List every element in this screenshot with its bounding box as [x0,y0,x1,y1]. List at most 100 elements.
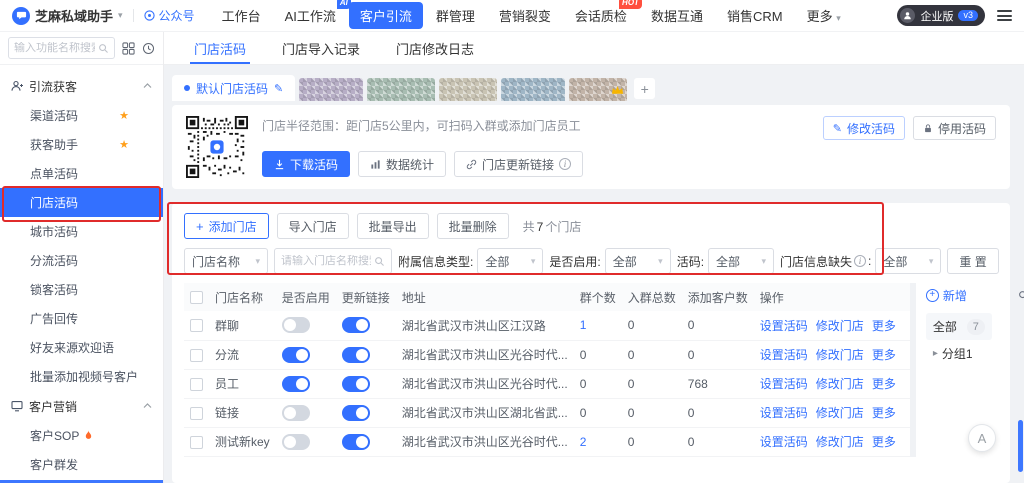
edit-store-link[interactable]: 修改门店 [816,319,864,333]
nav-item-customer-acquisition[interactable]: 客户引流 [349,2,423,29]
sidebar-item-split-code[interactable]: 分流活码 [0,246,163,275]
nav-item-chat-inspection[interactable]: 会话质检HOT [564,2,638,29]
redacted-tab[interactable] [569,78,627,101]
set-code-link[interactable]: 设置活码 [760,348,808,362]
set-code-link[interactable]: 设置活码 [760,435,808,449]
attach-type-select[interactable]: 全部▾ [477,248,543,274]
redacted-tab[interactable] [439,78,497,101]
sidebar-item-customer-mass-send[interactable]: 客户群发 [0,450,163,479]
code-select[interactable]: 全部▾ [708,248,774,274]
table-row[interactable]: 链接 湖北省武汉市洪山区湖北省武... 0 0 0 设置活码修改门店更多 [184,398,910,427]
tab-store-change-log[interactable]: 门店修改日志 [378,32,492,64]
function-search[interactable] [8,37,115,59]
store-qr-code[interactable] [186,116,248,178]
enabled-select[interactable]: 全部▾ [605,248,671,274]
enable-toggle[interactable] [282,434,310,450]
store-search-input[interactable] [281,255,371,267]
sidebar-section-marketing[interactable]: 客户营销 [0,391,163,421]
store-search-box[interactable] [274,248,392,274]
add-group-button[interactable]: +新增 [926,287,967,304]
sidebar-item-channel-code[interactable]: 渠道活码★ [0,101,163,130]
select-all-checkbox[interactable] [190,291,203,304]
download-code-button[interactable]: 下载活码 [262,151,350,177]
table-row[interactable]: 分流 湖北省武汉市洪山区光谷时代... 0 0 0 设置活码修改门店更多 [184,340,910,369]
sidebar-item-lock-customer-code[interactable]: 锁客活码 [0,275,163,304]
modify-code-button[interactable]: ✎ 修改活码 [823,116,905,140]
menu-icon[interactable] [997,10,1012,21]
row-checkbox[interactable] [190,319,203,332]
enable-toggle[interactable] [282,405,310,421]
name-field-select[interactable]: 门店名称▾ [184,248,268,274]
data-stats-button[interactable]: 数据统计 [358,151,446,177]
update-link-toggle[interactable] [342,317,370,333]
more-link[interactable]: 更多 [872,348,896,362]
tab-default-store-code[interactable]: 默认门店活码 ✎ [172,75,295,101]
more-link[interactable]: 更多 [872,435,896,449]
batch-delete-button[interactable]: 批量删除 [437,213,509,239]
more-link[interactable]: 更多 [872,406,896,420]
enable-toggle[interactable] [282,376,310,392]
table-row[interactable]: 测试新key 湖北省武汉市洪山区光谷时代... 2 0 0 设置活码修改门店更多 [184,427,910,456]
group-count[interactable]: 0 [580,348,587,362]
app-logo[interactable]: 芝麻私域助手 ▾ [12,6,123,25]
redacted-tab[interactable] [299,78,363,101]
table-row[interactable]: 群聊 湖北省武汉市洪山区江汉路 1 0 0 设置活码修改门店更多 [184,311,910,340]
set-code-link[interactable]: 设置活码 [760,319,808,333]
group-search-button[interactable]: 搜索 [1018,287,1024,304]
sidebar-item-acquisition-assistant[interactable]: 获客助手★ [0,130,163,159]
redacted-tab[interactable] [501,78,565,101]
nav-item-marketing-fission[interactable]: 营销裂变 [488,2,562,29]
group-count[interactable]: 1 [580,318,587,332]
group-item-group1[interactable]: ▸ 分组1 0 [926,340,1024,367]
add-store-button[interactable]: +添加门店 [184,213,269,239]
sidebar-item-city-code[interactable]: 城市活码 [0,217,163,246]
history-icon[interactable] [142,42,155,55]
set-code-link[interactable]: 设置活码 [760,377,808,391]
sidebar-item-ad-callback[interactable]: 广告回传 [0,304,163,333]
floating-assistant-button[interactable]: A [968,424,996,452]
row-checkbox[interactable] [190,407,203,420]
nav-item-more[interactable]: 更多 ▾ [796,2,852,29]
nav-item-data-connect[interactable]: 数据互通 [640,2,714,29]
group-item-all[interactable]: 全部 7 [926,313,992,340]
edit-store-link[interactable]: 修改门店 [816,435,864,449]
redacted-tab[interactable] [367,78,435,101]
missing-info-select[interactable]: 全部▾ [875,248,941,274]
enable-toggle[interactable] [282,317,310,333]
update-link-toggle[interactable] [342,405,370,421]
vertical-scrollbar-thumb[interactable] [1018,420,1023,472]
official-account-link[interactable]: 公众号 [144,7,195,24]
set-code-link[interactable]: 设置活码 [760,406,808,420]
sidebar-item-order-code[interactable]: 点单活码 [0,159,163,188]
import-store-button[interactable]: 导入门店 [277,213,349,239]
group-count[interactable]: 0 [580,406,587,420]
group-count[interactable]: 0 [580,377,587,391]
row-checkbox[interactable] [190,349,203,362]
function-search-input[interactable] [14,42,95,54]
edit-store-link[interactable]: 修改门店 [816,377,864,391]
nav-item-ai-workflow[interactable]: AI工作流AI [274,2,347,29]
update-link-toggle[interactable] [342,376,370,392]
sidebar-item-store-code[interactable]: 门店活码 [0,188,163,217]
tab-store-code[interactable]: 门店活码 [176,32,264,64]
sidebar-item-customer-sop[interactable]: 客户SOP [0,421,163,450]
disable-code-button[interactable]: 停用活码 [913,116,996,140]
row-checkbox[interactable] [190,436,203,449]
sidebar-item-batch-add-video-customers[interactable]: 批量添加视频号客户 [0,362,163,391]
panel-layout-icon[interactable] [122,42,135,55]
edit-store-link[interactable]: 修改门店 [816,406,864,420]
more-link[interactable]: 更多 [872,377,896,391]
nav-item-group-management[interactable]: 群管理 [425,2,486,29]
more-link[interactable]: 更多 [872,319,896,333]
sidebar-section-acquisition[interactable]: 引流获客 [0,71,163,101]
nav-item-sales-crm[interactable]: 销售CRM [716,2,794,29]
tab-store-import-records[interactable]: 门店导入记录 [264,32,378,64]
store-update-link-button[interactable]: 门店更新链接 i [454,151,583,177]
nav-item-workbench[interactable]: 工作台 [211,2,272,29]
sidebar-item-friend-source-welcome[interactable]: 好友来源欢迎语 [0,333,163,362]
add-tab-button[interactable]: + [634,78,655,99]
plan-badge[interactable]: 企业版 v3 [897,5,985,26]
update-link-toggle[interactable] [342,347,370,363]
edit-icon[interactable]: ✎ [274,82,283,95]
enable-toggle[interactable] [282,347,310,363]
